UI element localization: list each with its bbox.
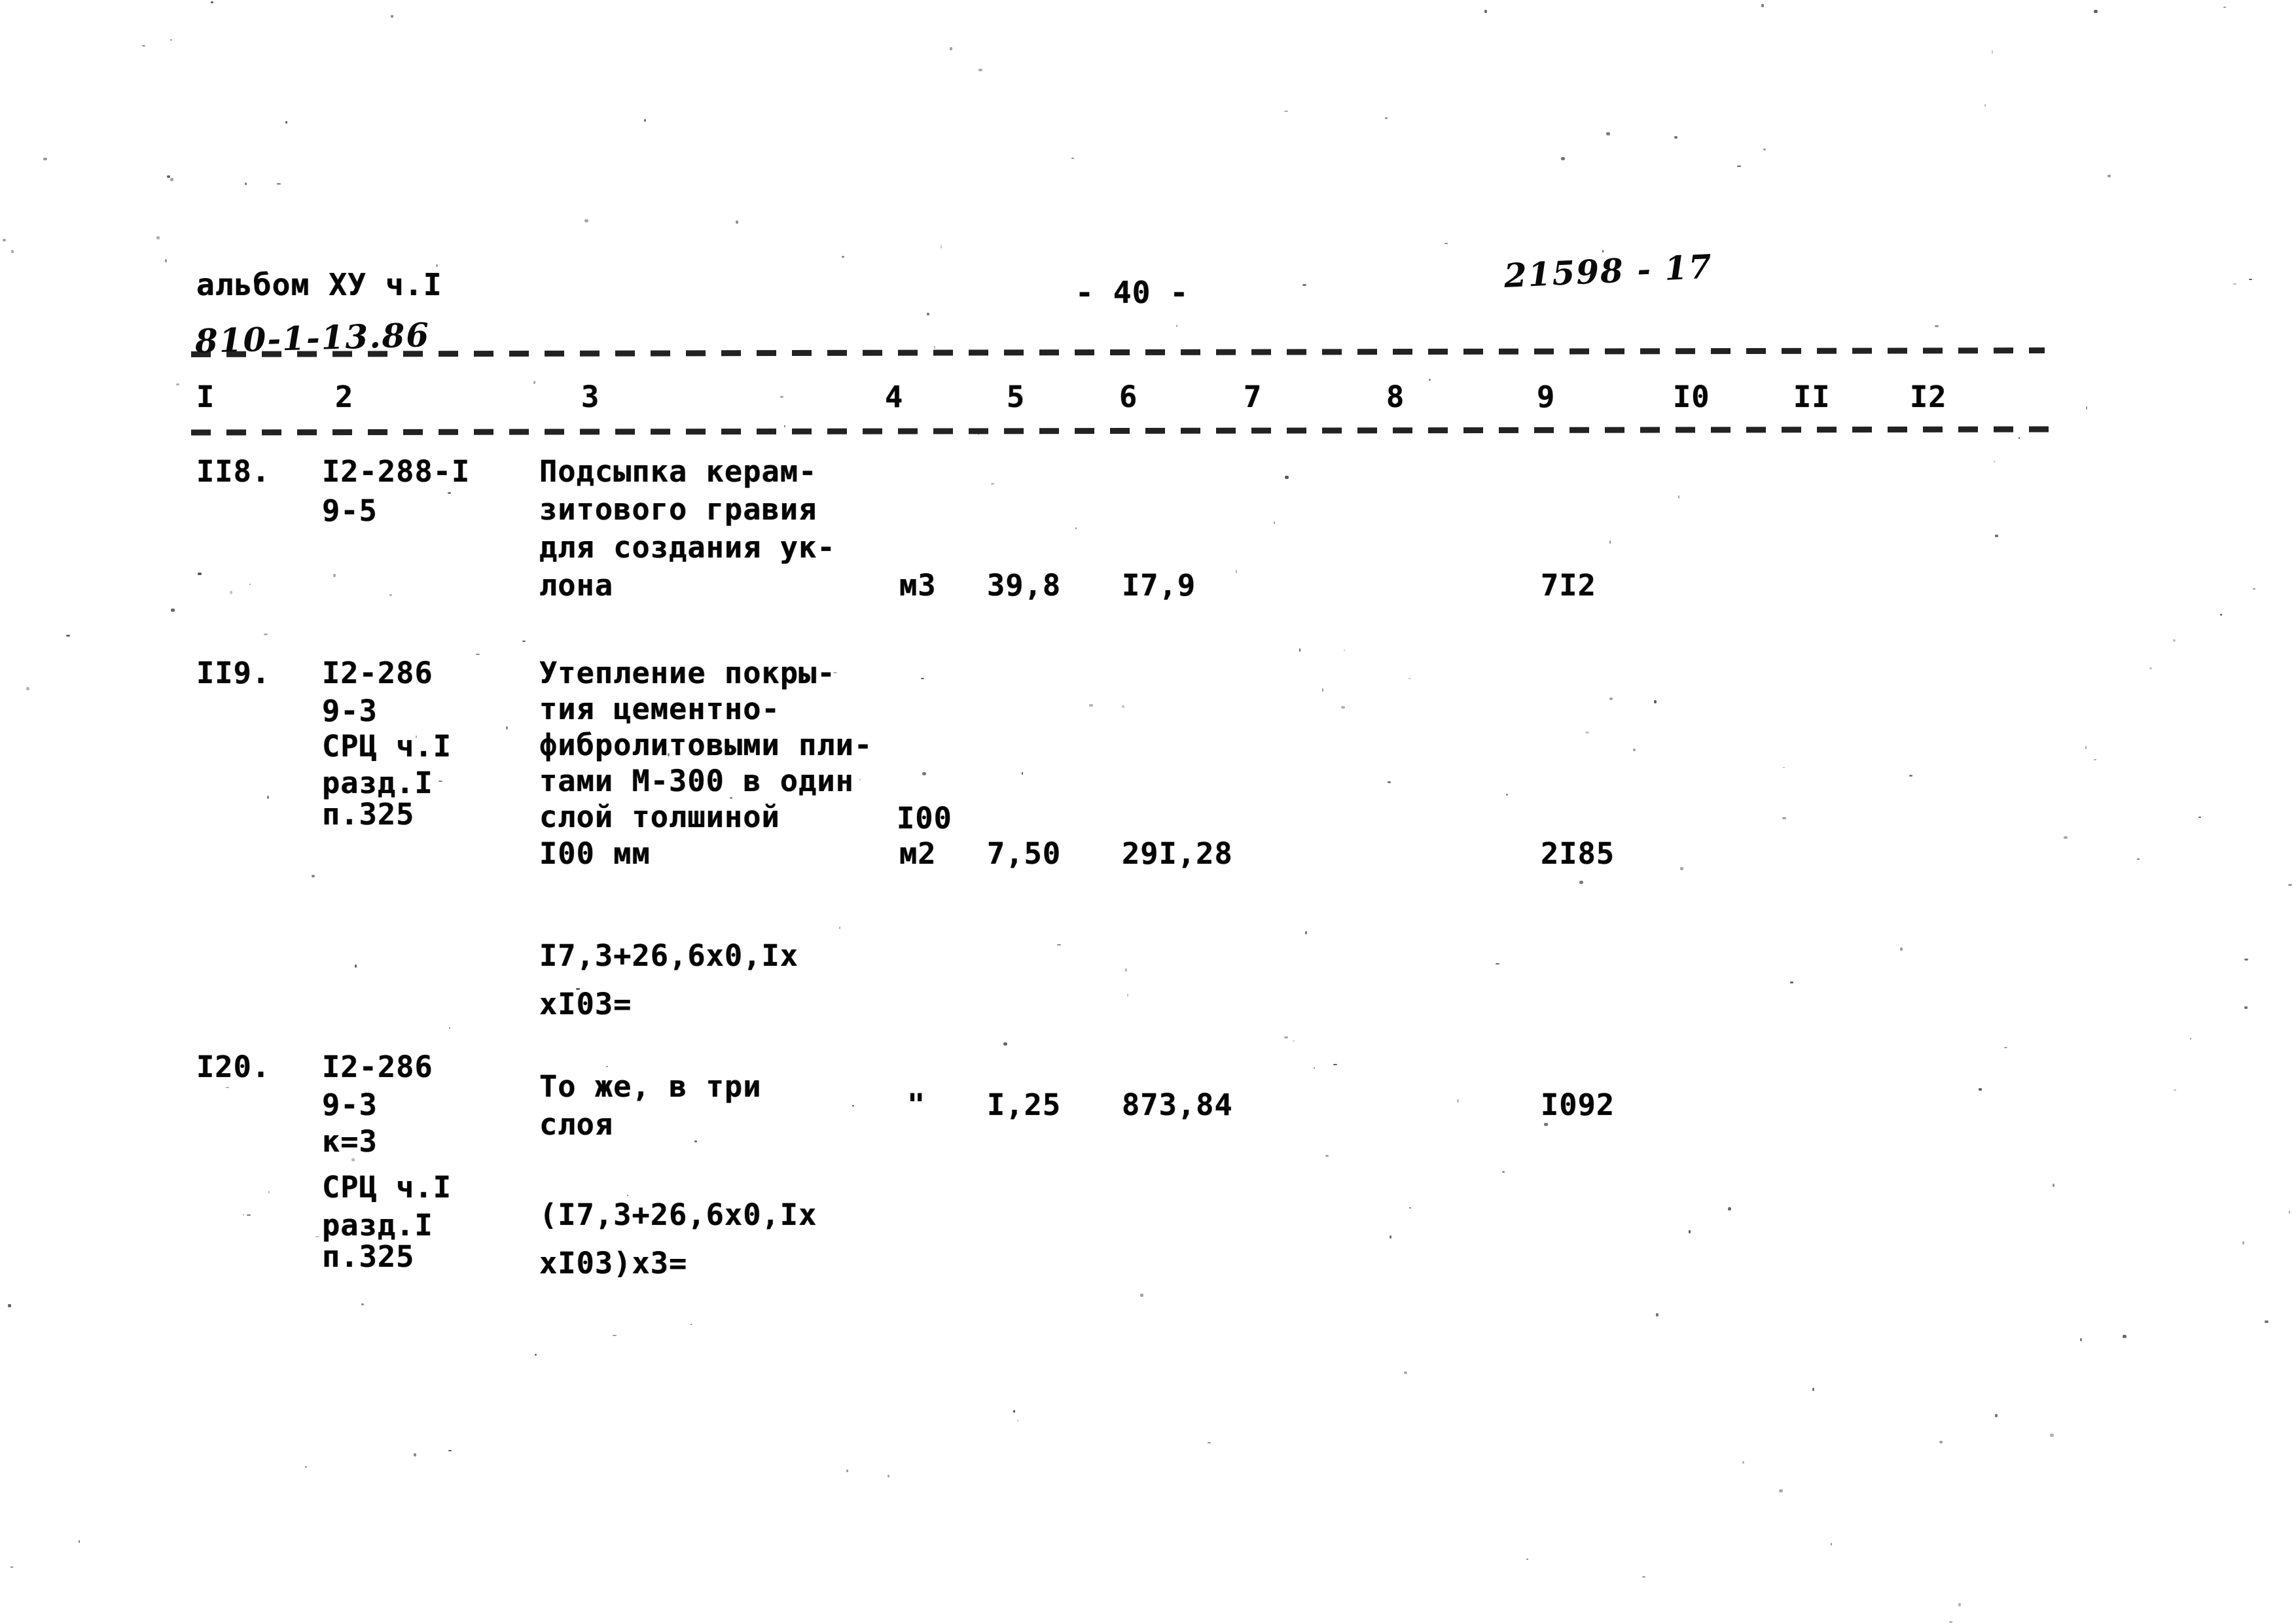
row-code-line: п.325	[322, 1239, 415, 1274]
column-header-5: 5	[1007, 380, 1026, 414]
row-description-line: Подсыпка керам-	[539, 454, 817, 489]
row-unit: м3	[899, 568, 937, 603]
archive-code-handwritten: 21598 - 17	[1503, 247, 1714, 295]
row-col5-value: 7,50	[987, 836, 1062, 871]
row-unit: "	[907, 1087, 926, 1122]
row-formula-line: хI03)х3=	[539, 1246, 688, 1280]
row-description-line: слоя	[539, 1107, 614, 1142]
row-unit-prefix: I00	[897, 801, 952, 836]
row-number: II9.	[196, 656, 271, 690]
table-rule-bottom	[190, 426, 2051, 436]
column-header-2: 2	[335, 380, 354, 414]
row-col6-value: 873,84	[1122, 1087, 1233, 1122]
row-description-line: тами М-300 в один	[539, 764, 854, 798]
table-rule-top	[190, 347, 2045, 357]
row-description-line: I00 мм	[539, 836, 651, 871]
row-number: I20.	[196, 1050, 271, 1084]
column-header-6: 6	[1119, 380, 1138, 414]
row-code-line: СРЦ ч.I	[322, 729, 452, 764]
row-description-line: для создания ук-	[539, 530, 836, 565]
row-description-line: лона	[539, 568, 614, 603]
row-code-line: СРЦ ч.I	[322, 1170, 452, 1205]
row-col5-value: 39,8	[987, 568, 1062, 603]
row-description-line: фибролитовыми пли-	[539, 728, 873, 762]
row-description-line: тия цементно-	[539, 692, 780, 726]
row-formula-line: (I7,3+26,6х0,Iх	[539, 1197, 817, 1232]
column-header-7: 7	[1244, 380, 1263, 414]
row-code-line: I2-288-I	[322, 454, 471, 489]
row-col5-value: I,25	[987, 1087, 1062, 1122]
scanned-document-page: альбом ХУ ч.I 810-1-13.86 - 40 - 21598 -…	[0, 0, 2296, 1624]
row-code-line: 9-5	[322, 493, 378, 528]
row-formula-line: хI03=	[539, 987, 632, 1021]
row-description-line: То же, в три	[539, 1069, 762, 1104]
column-header-9: 9	[1537, 380, 1556, 414]
album-label: альбом ХУ ч.I	[196, 267, 442, 302]
row-number: II8.	[196, 454, 271, 489]
row-code-line: I2-286	[322, 656, 433, 690]
row-code-line: п.325	[322, 797, 415, 832]
row-description-line: зитового гравия	[539, 492, 817, 527]
column-header-4: 4	[885, 380, 904, 414]
row-formula-line: I7,3+26,6х0,Iх	[539, 938, 799, 973]
row-code-line: I2-286	[322, 1050, 433, 1084]
row-code-line: 9-3	[322, 1087, 378, 1122]
column-header-11: II	[1793, 380, 1831, 414]
row-col9-value: 2I85	[1541, 836, 1615, 871]
row-col6-value: 29I,28	[1122, 836, 1233, 871]
column-header-8: 8	[1386, 380, 1405, 414]
column-header-12: I2	[1910, 380, 1947, 414]
row-col6-value: I7,9	[1122, 568, 1196, 603]
row-col9-value: I092	[1541, 1087, 1615, 1122]
row-description-line: Утепление покры-	[539, 656, 836, 690]
column-header-1: I	[196, 380, 215, 414]
row-unit: м2	[899, 836, 937, 871]
page-number-marker: - 40 -	[1075, 275, 1189, 310]
row-description-line: слой толшиной	[539, 800, 780, 834]
column-header-10: I0	[1673, 380, 1710, 414]
row-code-line: 9-3	[322, 694, 378, 728]
row-code-line: к=3	[322, 1124, 378, 1159]
row-col9-value: 7I2	[1541, 568, 1596, 603]
column-header-3: 3	[581, 380, 600, 414]
